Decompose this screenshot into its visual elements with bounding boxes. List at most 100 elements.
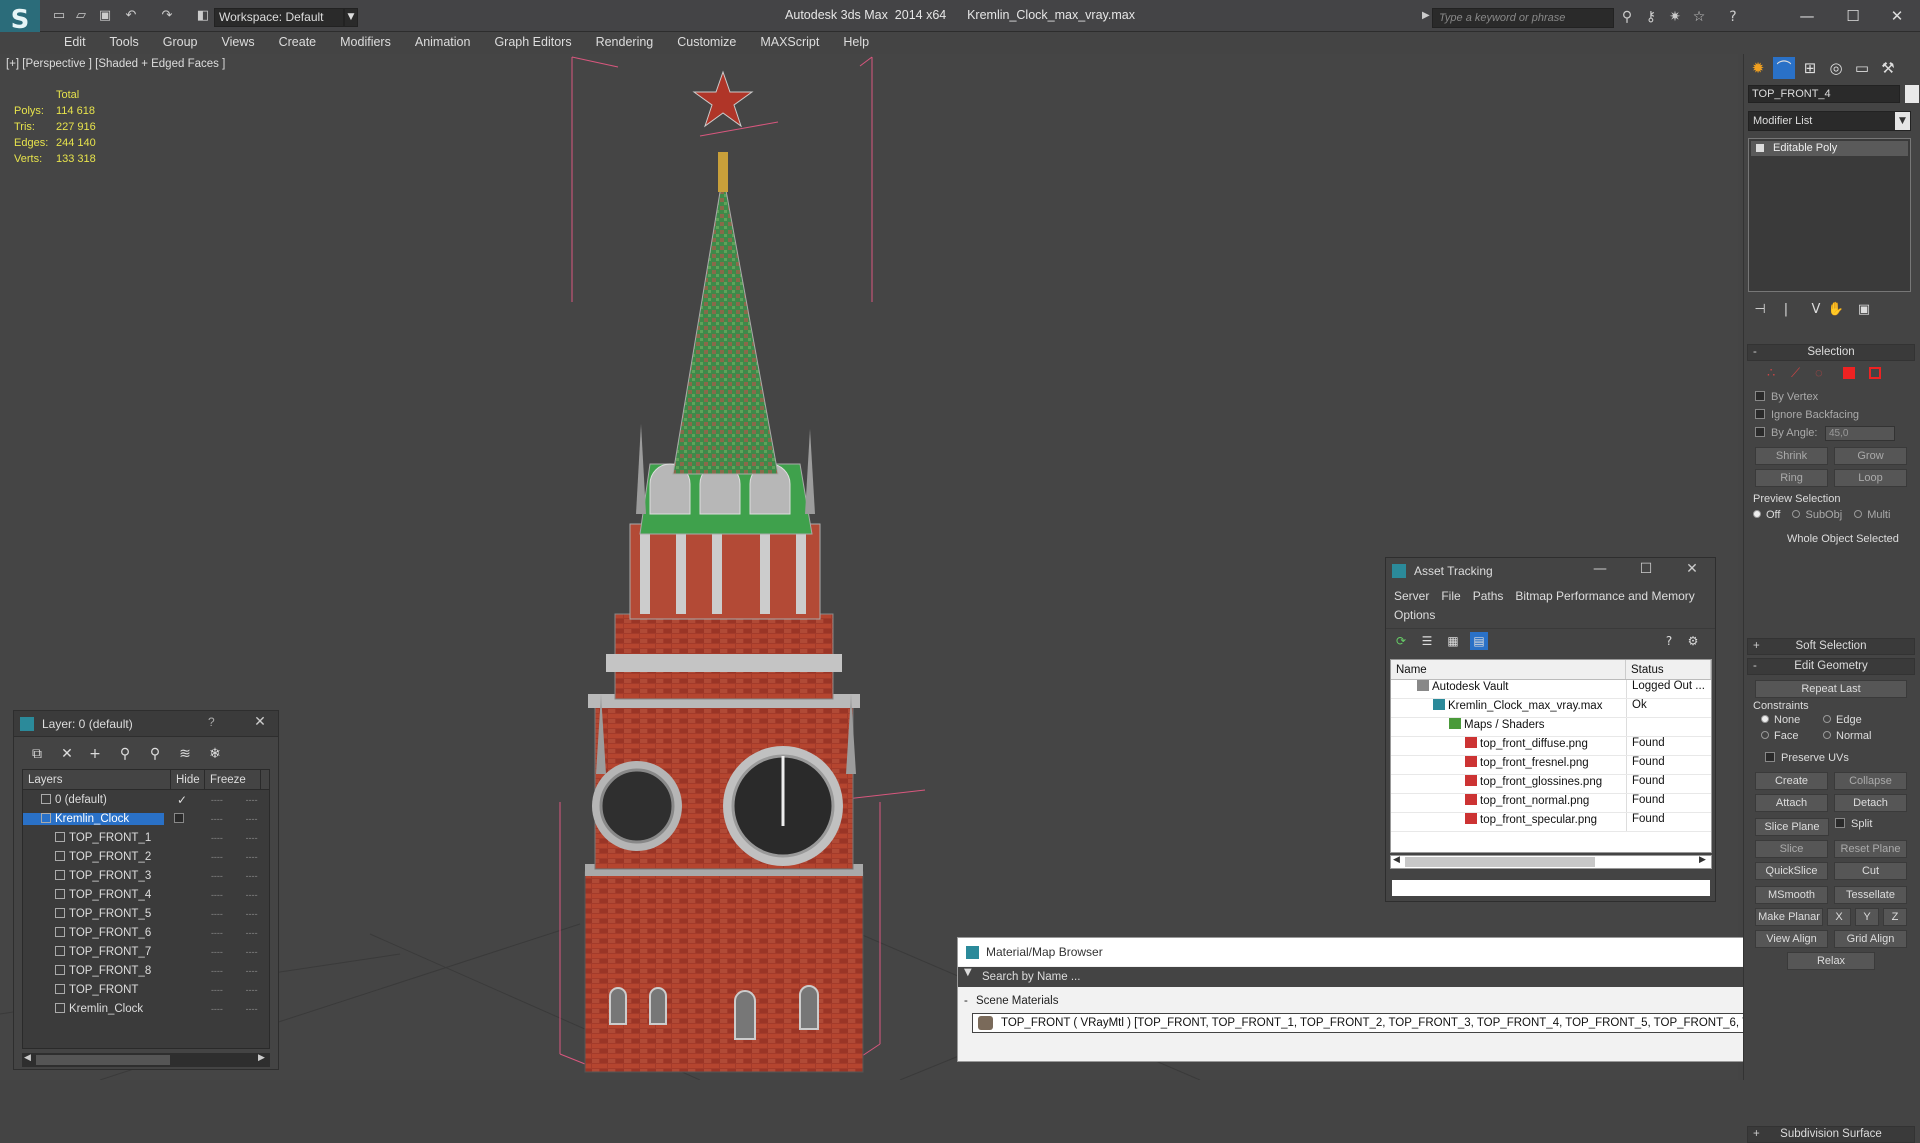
asset-path-field[interactable] xyxy=(1390,878,1712,898)
hierarchy-tab-icon[interactable]: ⊞ xyxy=(1799,57,1821,79)
create-button[interactable]: Create xyxy=(1755,772,1828,790)
col-freeze[interactable]: Freeze xyxy=(205,770,261,789)
layer-row[interactable]: TOP_FRONT_7 ---- ---- xyxy=(23,942,269,961)
binoculars-icon[interactable]: ⚲ xyxy=(1618,8,1636,26)
make-unique-icon[interactable]: V xyxy=(1806,300,1826,320)
layer-help-icon[interactable]: ? xyxy=(208,715,215,729)
scroll-right-icon[interactable]: ▶ xyxy=(258,1053,265,1063)
asset-row[interactable]: top_front_diffuse.png Found xyxy=(1391,737,1711,756)
minimize-window-icon[interactable]: — xyxy=(1784,4,1830,28)
search-expand-icon[interactable]: ▶ xyxy=(1422,10,1430,21)
workspace-dropdown[interactable]: Workspace: Default xyxy=(214,8,344,27)
asset-menu-bitmap[interactable]: Bitmap Performance and Memory xyxy=(1515,589,1694,603)
show-end-result-icon[interactable]: | xyxy=(1776,300,1796,320)
view-align-button[interactable]: View Align xyxy=(1755,930,1828,948)
scroll-left-icon[interactable]: ◀ xyxy=(24,1053,31,1063)
shrink-button[interactable]: Shrink xyxy=(1755,447,1828,465)
modify-tab-icon[interactable]: ⌒ xyxy=(1773,57,1795,79)
create-layer-icon[interactable]: ⧉ xyxy=(26,743,48,765)
freeze-all-icon[interactable]: ❄ xyxy=(204,743,226,765)
col-status[interactable]: Status xyxy=(1626,660,1711,679)
asset-row[interactable]: top_front_normal.png Found xyxy=(1391,794,1711,813)
delete-layer-icon[interactable]: ✕ xyxy=(56,743,78,765)
active-layer-check-icon[interactable]: ✓ xyxy=(165,793,200,807)
material-entry[interactable]: TOP_FRONT ( VRayMtl ) [TOP_FRONT, TOP_FR… xyxy=(972,1013,1877,1033)
select-objects-icon[interactable]: ⚲ xyxy=(114,743,136,765)
layer-row[interactable]: Kremlin_Clock ---- ---- xyxy=(23,809,269,828)
menu-rendering[interactable]: Rendering xyxy=(586,32,668,53)
add-to-layer-icon[interactable]: + xyxy=(84,743,106,765)
col-hide[interactable]: Hide xyxy=(171,770,205,789)
asset-row[interactable]: top_front_specular.png Found xyxy=(1391,813,1711,832)
minimize-icon[interactable]: — xyxy=(1590,561,1610,581)
grow-button[interactable]: Grow xyxy=(1834,447,1907,465)
layer-row[interactable]: TOP_FRONT_5 ---- ---- xyxy=(23,904,269,923)
close-window-icon[interactable]: ✕ xyxy=(1874,4,1920,28)
col-name[interactable]: Name xyxy=(1391,660,1626,679)
asset-row[interactable]: top_front_fresnel.png Found xyxy=(1391,756,1711,775)
layer-row[interactable]: Kremlin_Clock ---- ---- xyxy=(23,999,269,1018)
split-option[interactable]: Split xyxy=(1835,818,1907,836)
polygon-mode-icon[interactable] xyxy=(1843,367,1855,379)
layer-horizontal-scrollbar[interactable]: ◀ ▶ xyxy=(22,1053,270,1067)
planar-y-button[interactable]: Y xyxy=(1855,908,1879,926)
tessellate-button[interactable]: Tessellate xyxy=(1834,886,1907,904)
search-options-icon[interactable]: ▼ xyxy=(964,967,972,978)
menu-create[interactable]: Create xyxy=(269,32,331,53)
stack-item-editable-poly[interactable]: Editable Poly xyxy=(1751,141,1908,156)
favorites-star-icon[interactable]: ☆ xyxy=(1690,8,1708,26)
preserve-uvs-option[interactable]: Preserve UVs xyxy=(1765,752,1915,764)
planar-z-button[interactable]: Z xyxy=(1883,908,1907,926)
vertex-mode-icon[interactable]: ∴ xyxy=(1767,365,1775,381)
menu-edit[interactable]: Edit xyxy=(54,32,100,53)
repeat-last-button[interactable]: Repeat Last xyxy=(1755,680,1907,698)
msmooth-button[interactable]: MSmooth xyxy=(1755,886,1828,904)
menu-maxscript[interactable]: MAXScript xyxy=(750,32,833,53)
close-icon[interactable]: ✕ xyxy=(250,714,270,734)
border-mode-icon[interactable]: ◌ xyxy=(1815,365,1823,380)
display-tab-icon[interactable]: ▭ xyxy=(1851,57,1873,79)
layer-row[interactable]: TOP_FRONT ---- ---- xyxy=(23,980,269,999)
create-tab-icon[interactable]: ✹ xyxy=(1747,57,1769,79)
constraint-face-radio[interactable]: Face xyxy=(1761,730,1823,742)
asset-menu-file[interactable]: File xyxy=(1441,589,1460,603)
asset-help-icon[interactable]: ? xyxy=(1660,632,1678,650)
layer-row[interactable]: TOP_FRONT_4 ---- ---- xyxy=(23,885,269,904)
constraint-normal-radio[interactable]: Normal xyxy=(1823,730,1871,742)
relax-button[interactable]: Relax xyxy=(1787,952,1875,970)
detach-button[interactable]: Detach xyxy=(1834,794,1907,812)
angle-spinner[interactable]: 45,0 xyxy=(1825,426,1895,441)
motion-tab-icon[interactable]: ◎ xyxy=(1825,57,1847,79)
selection-rollout-header[interactable]: Selection xyxy=(1747,344,1915,361)
menu-views[interactable]: Views xyxy=(211,32,268,53)
by-angle-option[interactable]: By Angle: 45,0 xyxy=(1755,426,1915,441)
attach-button[interactable]: Attach xyxy=(1755,794,1828,812)
soft-selection-header[interactable]: Soft Selection xyxy=(1747,638,1915,655)
asset-row[interactable]: Autodesk Vault Logged Out ... xyxy=(1391,680,1711,699)
reset-plane-button[interactable]: Reset Plane xyxy=(1834,840,1907,858)
pin-stack-icon[interactable]: ⊣ xyxy=(1750,300,1770,320)
list-view-icon[interactable]: ☰ xyxy=(1418,632,1436,650)
layer-panel-titlebar[interactable]: Layer: 0 (default) xyxy=(14,711,278,737)
layer-row[interactable]: TOP_FRONT_8 ---- ---- xyxy=(23,961,269,980)
help-icon[interactable]: ? xyxy=(1724,8,1742,26)
maximize-window-icon[interactable]: ☐ xyxy=(1830,4,1876,28)
layer-row[interactable]: TOP_FRONT_6 ---- ---- xyxy=(23,923,269,942)
subscription-icon[interactable]: ⚷ xyxy=(1642,8,1660,26)
hide-all-icon[interactable]: ≋ xyxy=(174,743,196,765)
subdivision-surface-header[interactable]: Subdivision Surface xyxy=(1747,1126,1915,1143)
menu-graph-editors[interactable]: Graph Editors xyxy=(484,32,585,53)
slice-button[interactable]: Slice xyxy=(1755,840,1828,858)
current-layer-checkbox[interactable] xyxy=(173,813,184,823)
preview-subobj-radio[interactable]: SubObj xyxy=(1792,509,1842,521)
preview-off-radio[interactable]: Off xyxy=(1753,509,1780,521)
asset-menu-server[interactable]: Server xyxy=(1394,589,1429,603)
menu-help[interactable]: Help xyxy=(833,32,883,53)
collapse-button[interactable]: Collapse xyxy=(1834,772,1907,790)
workspace-dropdown-arrow-icon[interactable]: ▼ xyxy=(344,8,358,27)
layer-row[interactable]: TOP_FRONT_3 ---- ---- xyxy=(23,866,269,885)
edge-mode-icon[interactable]: ⟋ xyxy=(1791,365,1800,381)
save-file-icon[interactable]: ▣ xyxy=(96,8,114,24)
make-planar-button[interactable]: Make Planar xyxy=(1755,908,1823,926)
edit-geometry-header[interactable]: Edit Geometry xyxy=(1747,658,1915,675)
